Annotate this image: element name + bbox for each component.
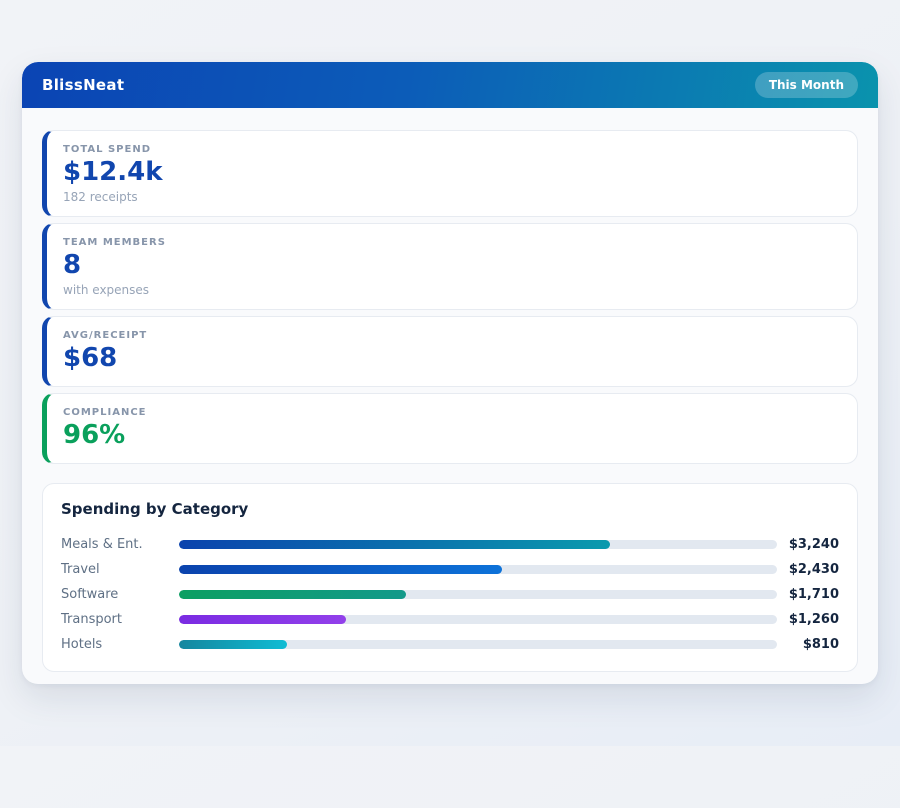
bar-track xyxy=(179,590,777,599)
stat-label: TEAM MEMBERS xyxy=(63,237,841,248)
stat-subtext: 182 receipts xyxy=(63,190,841,204)
category-label: Hotels xyxy=(61,637,179,652)
bar-fill-travel xyxy=(179,565,502,574)
bar-track xyxy=(179,540,777,549)
stat-card-avg-receipt: AVG/RECEIPT $68 xyxy=(42,316,858,387)
bar-fill-software xyxy=(179,590,406,599)
dashboard-window: BlissNeat This Month TOTAL SPEND $12.4k … xyxy=(22,62,878,684)
category-label: Software xyxy=(61,587,179,602)
period-selector-badge[interactable]: This Month xyxy=(755,72,858,98)
category-value: $2,430 xyxy=(777,562,839,577)
stat-subtext: with expenses xyxy=(63,283,841,297)
stat-card-total-spend: TOTAL SPEND $12.4k 182 receipts xyxy=(42,130,858,217)
stat-value: 8 xyxy=(63,251,841,281)
category-value: $1,710 xyxy=(777,587,839,602)
category-value: $810 xyxy=(777,637,839,652)
stat-label: AVG/RECEIPT xyxy=(63,330,841,341)
app-title: BlissNeat xyxy=(42,76,124,94)
bar-track xyxy=(179,615,777,624)
category-row-transport: Transport $1,260 xyxy=(61,607,839,632)
app-header: BlissNeat This Month xyxy=(22,62,878,108)
category-value: $3,240 xyxy=(777,537,839,552)
section-title: Spending by Category xyxy=(61,500,839,518)
category-row-meals: Meals & Ent. $3,240 xyxy=(61,532,839,557)
category-row-software: Software $1,710 xyxy=(61,582,839,607)
category-label: Meals & Ent. xyxy=(61,537,179,552)
category-label: Travel xyxy=(61,562,179,577)
stat-card-compliance: COMPLIANCE 96% xyxy=(42,393,858,464)
stat-card-team-members: TEAM MEMBERS 8 with expenses xyxy=(42,223,858,310)
spending-by-category-panel: Spending by Category Meals & Ent. $3,240… xyxy=(42,483,858,672)
category-label: Transport xyxy=(61,612,179,627)
category-row-hotels: Hotels $810 xyxy=(61,632,839,657)
bar-track xyxy=(179,565,777,574)
stat-value: $68 xyxy=(63,344,841,374)
bar-track xyxy=(179,640,777,649)
stat-label: COMPLIANCE xyxy=(63,407,841,418)
bar-fill-meals xyxy=(179,540,610,549)
dashboard-content: TOTAL SPEND $12.4k 182 receipts TEAM MEM… xyxy=(22,108,878,684)
category-row-travel: Travel $2,430 xyxy=(61,557,839,582)
category-value: $1,260 xyxy=(777,612,839,627)
bar-fill-transport xyxy=(179,615,346,624)
stat-value: $12.4k xyxy=(63,158,841,188)
stat-value: 96% xyxy=(63,421,841,451)
stat-label: TOTAL SPEND xyxy=(63,144,841,155)
bar-fill-hotels xyxy=(179,640,287,649)
